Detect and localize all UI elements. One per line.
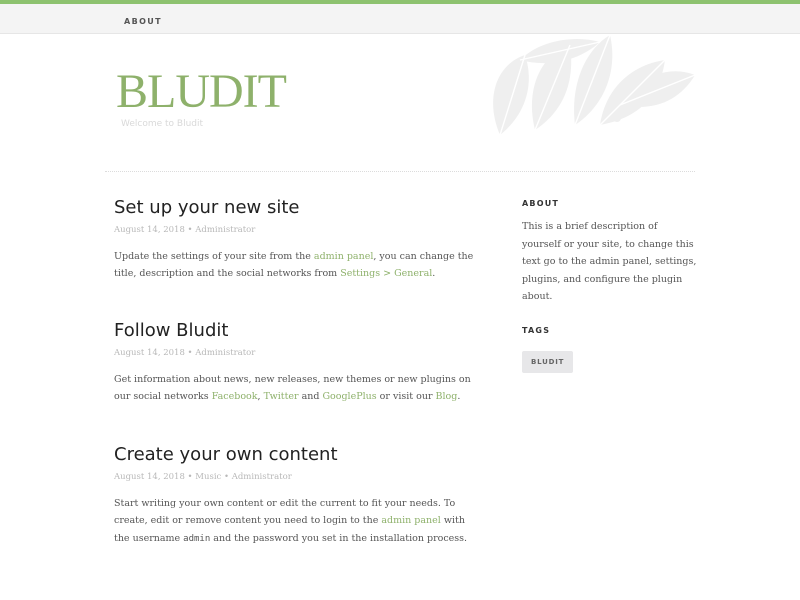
post-title[interactable]: Follow Bludit (114, 320, 474, 342)
post-content: Start writing your own content or edit t… (114, 495, 474, 549)
site-tagline: Welcome to Bludit (121, 119, 204, 129)
post-title[interactable]: Create your own content (114, 444, 474, 466)
leaves-decoration-icon (493, 34, 696, 136)
post-text: and (298, 391, 323, 403)
sidebar-tags-heading: TAGS (522, 325, 551, 335)
sidebar-about-text: This is a brief description of yourself … (522, 221, 697, 302)
admin-panel-link[interactable]: admin panel (314, 251, 373, 262)
settings-general-link[interactable]: Settings > General (340, 268, 432, 279)
post-item: Follow Bludit August 14, 2018 • Administ… (114, 320, 474, 406)
post-text: or visit our (376, 391, 436, 403)
post-item: Set up your new site August 14, 2018 • A… (114, 197, 474, 283)
post-text: and the password you set in the installa… (210, 532, 468, 544)
post-content: Get information about news, new releases… (114, 371, 474, 406)
header-divider (105, 171, 695, 172)
post-item: Create your own content August 14, 2018 … (114, 444, 474, 548)
blog-link[interactable]: Blog (436, 391, 458, 402)
sidebar: ABOUT This is a brief description of you… (522, 199, 697, 373)
tag-bludit[interactable]: BLUDIT (522, 350, 574, 373)
nav-about-link[interactable]: ABOUT (124, 17, 162, 26)
facebook-link[interactable]: Facebook (212, 391, 258, 402)
twitter-link[interactable]: Twitter (264, 391, 299, 402)
post-meta: August 14, 2018 • Administrator (114, 224, 256, 235)
post-title[interactable]: Set up your new site (114, 197, 474, 219)
post-meta: August 14, 2018 • Music • Administrator (114, 471, 292, 482)
post-content: Update the settings of your site from th… (114, 248, 474, 283)
username-code: admin (183, 533, 211, 544)
site-title[interactable]: BLUDIT (116, 68, 287, 116)
post-text: . (432, 268, 436, 280)
post-text: . (457, 391, 461, 403)
post-text: Update the settings of your site from th… (114, 250, 314, 262)
sidebar-about-heading: ABOUT (522, 199, 560, 208)
post-meta: August 14, 2018 • Administrator (114, 347, 256, 358)
googleplus-link[interactable]: GooglePlus (322, 391, 376, 402)
admin-panel-link[interactable]: admin panel (381, 515, 440, 526)
